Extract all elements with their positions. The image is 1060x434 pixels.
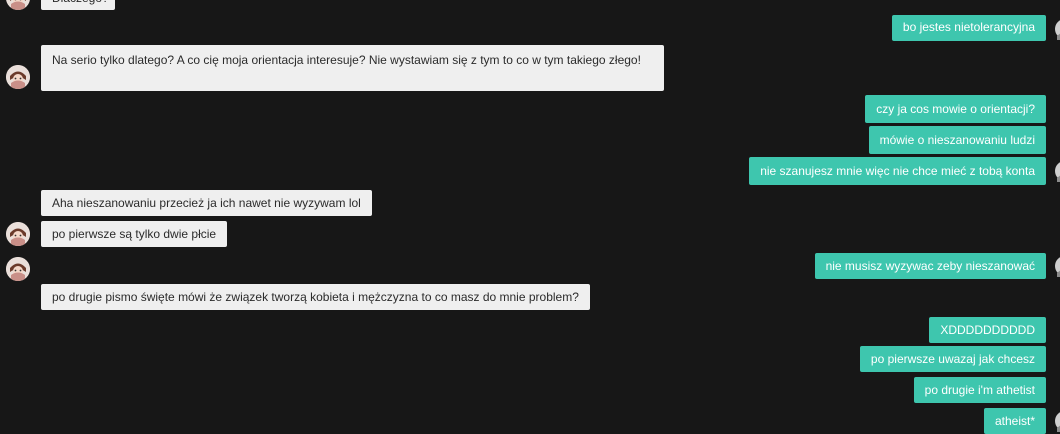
outgoing-message[interactable]: czy ja cos mowie o orientacji? [865,95,1046,123]
outgoing-message[interactable]: nie musisz wyzywac zeby nieszanować [815,253,1046,279]
own-avatar-icon[interactable] [1054,160,1060,182]
incoming-message[interactable]: Dlaczego? [41,0,115,10]
avatar-icon [6,257,30,281]
outgoing-message[interactable]: XDDDDDDDDDD [929,317,1046,343]
chat-thread: Dlaczego? bo jestes nietolerancyjna Na s… [0,0,1060,428]
own-avatar-icon[interactable] [1054,410,1060,432]
incoming-message[interactable]: Na serio tylko dlatego? A co cię moja or… [41,45,664,91]
own-avatar-icon[interactable] [1054,18,1060,40]
avatar-icon [6,0,30,10]
outgoing-message[interactable]: atheist* [984,408,1046,434]
avatar-icon [1054,410,1060,432]
avatar-icon [6,222,30,246]
outgoing-message[interactable]: po pierwsze uwazaj jak chcesz [860,346,1046,372]
contact-avatar-icon[interactable] [6,257,30,281]
contact-avatar-icon[interactable] [6,65,30,89]
incoming-message[interactable]: po drugie pismo święte mówi że związek t… [41,284,590,310]
contact-avatar-icon[interactable] [6,222,30,246]
avatar-icon [1054,18,1060,40]
contact-avatar-icon[interactable] [6,0,30,10]
avatar-icon [1054,255,1060,277]
outgoing-message[interactable]: po drugie i'm athetist [914,377,1046,403]
outgoing-message[interactable]: bo jestes nietolerancyjna [892,15,1046,41]
avatar-icon [1054,160,1060,182]
outgoing-message[interactable]: mówie o nieszanowaniu ludzi [869,126,1046,154]
incoming-message[interactable]: po pierwsze są tylko dwie płcie [41,221,227,247]
avatar-icon [6,65,30,89]
outgoing-message[interactable]: nie szanujesz mnie więc nie chce mieć z … [749,157,1046,185]
own-avatar-icon[interactable] [1054,255,1060,277]
incoming-message[interactable]: Aha nieszanowaniu przecież ja ich nawet … [41,190,372,216]
